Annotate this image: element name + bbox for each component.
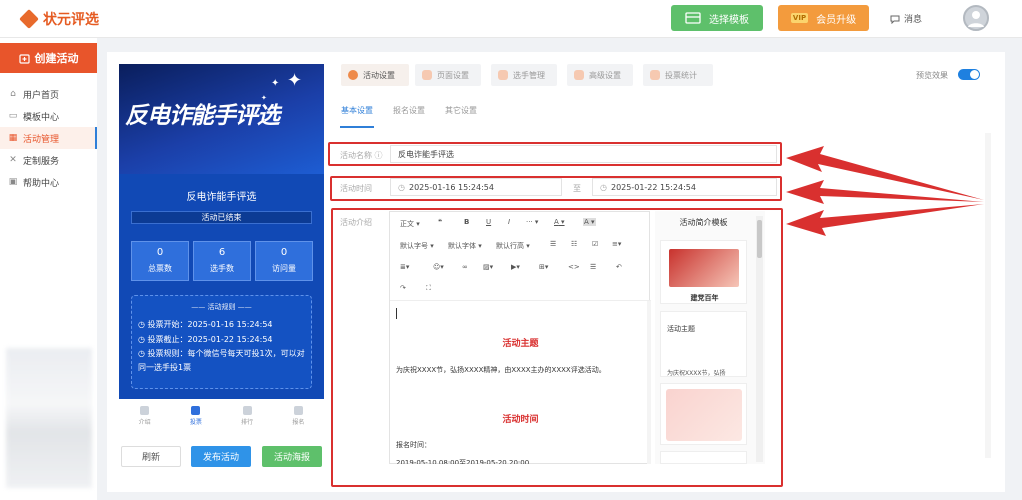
step-activity-settings[interactable]: 活动设置 <box>341 64 409 86</box>
annotation-arrows <box>786 146 984 236</box>
rules-header: —— 活动规则 —— <box>191 303 252 311</box>
tab-basic-settings[interactable]: 基本设置 <box>341 105 373 116</box>
crown-icon <box>242 406 252 415</box>
vip-badge: VIP <box>790 13 809 23</box>
preview-tab-signup[interactable]: 报名 <box>292 406 304 426</box>
stat-value: 6 <box>218 247 226 258</box>
sidebar-item-label: 帮助中心 <box>23 178 60 189</box>
status-badge: 活动已结束 <box>131 211 312 224</box>
highlight-box <box>330 176 782 201</box>
stat-label: 访问量 <box>272 264 296 273</box>
preview-banner: ✦ ✦ ✦ 反电诈能手评选 <box>119 64 324 174</box>
activity-icon: ▦ <box>8 133 18 143</box>
preview-toggle-label: 预览效果 <box>916 71 948 80</box>
select-template-button[interactable]: 选择模板 <box>671 5 763 31</box>
tab-other-settings[interactable]: 其它设置 <box>445 105 477 116</box>
sparkle-icon: ✦ <box>287 70 303 91</box>
logo-icon <box>19 9 39 29</box>
tab-signup-settings[interactable]: 报名设置 <box>393 105 425 116</box>
vip-upgrade-button[interactable]: VIP 会员升级 <box>778 5 869 31</box>
messages-label: 消息 <box>904 15 923 25</box>
step-page-settings[interactable]: 页面设置 <box>415 64 481 86</box>
vip-upgrade-label: 会员升级 <box>816 14 857 26</box>
create-activity-label: 创建活动 <box>34 52 79 65</box>
vote-rule: ◷ 投票规则：每个微信号每天可投1次，可以对同一选手投1票 <box>138 349 305 372</box>
custom-icon: ✕ <box>9 155 17 165</box>
preview-tab-rank[interactable]: 排行 <box>241 406 253 426</box>
stat-value: 0 <box>280 247 288 258</box>
refresh-button[interactable]: 刷新 <box>121 446 181 467</box>
sidebar-item-activity[interactable]: ▦ 活动管理 <box>0 127 97 149</box>
stat-label: 选手数 <box>210 264 234 273</box>
stat-label: 总票数 <box>148 264 172 273</box>
top-bar: 状元评选 选择模板 VIP 会员升级 消息 <box>0 0 1022 38</box>
step-advanced[interactable]: 高级设置 <box>567 64 633 86</box>
vote-start: ◷ 投票开始：2025-01-16 15:24:54 <box>138 320 273 329</box>
preview-toggle[interactable] <box>958 69 980 80</box>
settings-icon <box>348 70 358 80</box>
blurred-qr-area <box>6 348 92 488</box>
user-icon <box>968 11 984 27</box>
sidebar-item-custom[interactable]: ✕ 定制服务 <box>0 149 97 171</box>
user-icon <box>498 70 508 80</box>
avatar[interactable] <box>963 5 989 31</box>
sidebar-item-label: 用户首页 <box>23 90 60 101</box>
publish-button[interactable]: 发布活动 <box>191 446 251 467</box>
flag-icon <box>293 406 303 415</box>
banner-title: 反电诈能手评选 <box>125 103 280 129</box>
chat-icon <box>890 15 900 24</box>
preview-tab-vote[interactable]: 投票 <box>190 406 202 426</box>
brand-name: 状元评选 <box>43 12 99 28</box>
advanced-icon <box>574 70 584 80</box>
activity-name: 反电诈能手评选 <box>186 192 257 203</box>
step-stats[interactable]: 投票统计 <box>643 64 713 86</box>
page-icon <box>422 70 432 80</box>
active-tab-indicator <box>340 126 374 128</box>
sidebar-item-label: 模板中心 <box>23 112 60 123</box>
home-icon: ⌂ <box>10 89 16 99</box>
stat-visits: 0 访问量 <box>255 241 313 281</box>
sidebar-item-label: 活动管理 <box>23 134 60 145</box>
preview-tab-bar: 介绍 投票 排行 报名 <box>119 400 324 432</box>
vote-icon <box>191 406 201 415</box>
poster-button[interactable]: 活动海报 <box>262 446 322 467</box>
sidebar-item-help[interactable]: ▣ 帮助中心 <box>0 171 97 193</box>
sidebar: 创建活动 ⌂ 用户首页 ▭ 模板中心 ▦ 活动管理 ✕ 定制服务 ▣ 帮助中心 <box>0 38 97 500</box>
template-icon <box>685 12 701 24</box>
arrow-to-intro <box>786 204 984 236</box>
sparkle-icon: ✦ <box>271 78 280 89</box>
step-contestants[interactable]: 选手管理 <box>491 64 557 86</box>
select-template-label: 选择模板 <box>709 14 749 26</box>
stats-icon <box>650 70 660 80</box>
stat-total-votes: 0 总票数 <box>131 241 189 281</box>
intro-icon <box>140 406 150 415</box>
template-icon: ▭ <box>8 111 18 121</box>
highlight-box <box>331 208 783 487</box>
vote-end: ◷ 投票截止：2025-01-22 15:24:54 <box>138 335 273 344</box>
help-icon: ▣ <box>8 177 18 187</box>
stat-value: 0 <box>156 247 164 258</box>
preview-tab-intro[interactable]: 介绍 <box>139 406 151 426</box>
brand-logo[interactable]: 状元评选 <box>19 9 99 29</box>
messages-link[interactable]: 消息 <box>890 12 922 25</box>
sidebar-item-label: 定制服务 <box>23 156 60 167</box>
stat-contestants: 6 选手数 <box>193 241 251 281</box>
add-icon <box>18 53 30 64</box>
rules-box: —— 活动规则 —— ◷ 投票开始：2025-01-16 15:24:54 ◷ … <box>131 295 312 389</box>
mobile-preview: ✦ ✦ ✦ 反电诈能手评选 反电诈能手评选 活动已结束 0 总票数 6 选手数 0 访… <box>119 64 324 399</box>
highlight-box <box>328 142 782 166</box>
sidebar-item-templates[interactable]: ▭ 模板中心 <box>0 105 97 127</box>
create-activity-button[interactable]: 创建活动 <box>0 43 97 73</box>
sidebar-item-home[interactable]: ⌂ 用户首页 <box>0 83 97 105</box>
